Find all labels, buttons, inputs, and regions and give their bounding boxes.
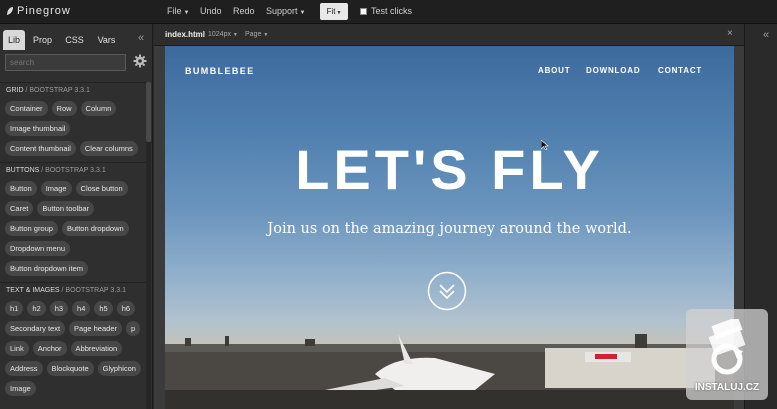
section-title: BUTTONS (6, 167, 40, 174)
component-chip[interactable]: Page header (69, 321, 122, 336)
watermark-text: INSTALUJ.CZ (694, 382, 760, 393)
component-chip[interactable]: p (125, 321, 141, 336)
component-chip[interactable]: h2 (27, 301, 46, 316)
tab-css[interactable]: CSS (62, 30, 87, 50)
page-preview[interactable]: BUMBLEBEE ABOUT DOWNLOAD CONTACT LET'S F… (165, 46, 734, 409)
tab-prop[interactable]: Prop (30, 30, 55, 50)
component-chip[interactable]: Clear columns (79, 141, 138, 156)
app-name: Pinegrow (17, 5, 71, 17)
section-title: TEXT & IMAGES (6, 287, 60, 294)
menu-redo[interactable]: Redo (233, 6, 255, 16)
leaf-icon (7, 7, 13, 15)
component-chip[interactable]: Row (51, 101, 77, 116)
component-sections: GRID / BOOTSTRAP 3.3.1 Container Row Column… (0, 82, 146, 409)
document-header: index.html 1024px ▼ Page ▼ × (154, 24, 744, 46)
test-clicks-checkbox[interactable] (360, 7, 367, 15)
section-version: / BOOTSTRAP 3.3.1 (59, 287, 126, 294)
component-chip[interactable]: h6 (116, 301, 136, 316)
nav-download[interactable]: DOWNLOAD (586, 66, 640, 75)
component-chip[interactable]: h3 (49, 301, 69, 316)
test-clicks-label: Test clicks (371, 6, 413, 16)
panel-tabs: Lib Prop CSS Vars « (0, 27, 153, 50)
section-header[interactable]: TEXT & IMAGES / BOOTSTRAP 3.3.1 (0, 282, 146, 297)
hero-subtitle: Join us on the amazing journey around th… (267, 221, 632, 237)
component-chip[interactable]: Anchor (32, 341, 67, 356)
component-list: Button Image Close button Caret Button toolb… (0, 177, 146, 282)
search-row (5, 54, 148, 72)
component-chip[interactable]: Blockquote (46, 361, 94, 376)
test-clicks-toggle[interactable]: Test clicks (360, 6, 412, 16)
section-title: GRID (6, 87, 24, 94)
component-chip[interactable]: Button dropdown (61, 221, 129, 236)
page-size-dropdown[interactable]: 1024px ▼ (208, 31, 238, 38)
fit-dropdown[interactable]: Fit▼ (320, 3, 348, 20)
menu-file[interactable]: File ▼ (167, 6, 189, 16)
component-chip[interactable]: Image (40, 181, 72, 196)
component-chip[interactable]: h5 (94, 301, 113, 316)
component-chip[interactable]: Container (5, 101, 48, 116)
nav-about[interactable]: ABOUT (538, 66, 570, 75)
caret-down-icon: ▼ (263, 32, 269, 38)
component-chip[interactable]: Abbreviation (70, 341, 123, 356)
menu-support[interactable]: Support ▼ (266, 6, 305, 16)
watermark-logo-icon (708, 319, 746, 375)
instaluj-watermark: INSTALUJ.CZ (686, 309, 768, 400)
component-chip[interactable]: Button toolbar (37, 201, 95, 216)
document-area: index.html 1024px ▼ Page ▼ × BUMBLEBEE A… (154, 24, 744, 409)
component-chip[interactable]: Close button (75, 181, 128, 196)
component-chip[interactable]: h4 (72, 301, 91, 316)
section-header[interactable]: BUTTONS / BOOTSTRAP 3.3.1 (0, 162, 146, 177)
site-brand[interactable]: BUMBLEBEE (185, 66, 255, 76)
component-chip[interactable]: Image (5, 381, 36, 396)
document-filename[interactable]: index.html (165, 30, 205, 39)
collapse-panel-icon[interactable]: « (138, 32, 144, 44)
caret-down-icon: ▼ (336, 10, 342, 16)
pinegrow-window: Pinegrow File ▼ Undo Redo Support ▼ Fit▼ T… (0, 0, 777, 409)
library-panel: Lib Prop CSS Vars « GRID / BOOTSTRAP 3.3… (0, 24, 153, 409)
scroll-down-icon[interactable] (427, 271, 467, 311)
collapse-panel-icon[interactable]: « (763, 29, 769, 41)
airport-background (165, 334, 734, 409)
component-chip[interactable]: Address (5, 361, 43, 376)
hero-heading: LET'S FLY (295, 138, 604, 201)
scrollbar-thumb[interactable] (146, 82, 151, 142)
component-chip[interactable]: Caret (5, 201, 34, 216)
page-menu-dropdown[interactable]: Page ▼ (245, 31, 268, 38)
gear-icon[interactable] (133, 54, 147, 68)
component-chip[interactable]: Button group (5, 221, 58, 236)
caret-down-icon: ▼ (232, 32, 238, 38)
top-toolbar: Pinegrow File ▼ Undo Redo Support ▼ Fit▼ T… (0, 0, 777, 24)
app-logo: Pinegrow (6, 5, 71, 17)
component-chip[interactable]: h1 (5, 301, 24, 316)
close-icon[interactable]: × (727, 28, 733, 39)
component-chip[interactable]: Secondary text (5, 321, 66, 336)
component-chip[interactable]: Dropdown menu (5, 241, 71, 256)
nav-contact[interactable]: CONTACT (658, 66, 702, 75)
component-chip[interactable]: Button (5, 181, 37, 196)
menu-undo[interactable]: Undo (200, 6, 222, 16)
section-header[interactable]: GRID / BOOTSTRAP 3.3.1 (0, 82, 146, 97)
section-version: / BOOTSTRAP 3.3.1 (39, 167, 106, 174)
tab-vars[interactable]: Vars (93, 30, 120, 50)
search-input[interactable] (5, 54, 126, 71)
component-chip[interactable]: Button dropdown item (5, 261, 88, 276)
component-list: h1 h2 h3 h4 h5 h6 Secondary text Page header p Li… (0, 297, 146, 402)
component-list: Container Row Column Image thumbnail Content… (0, 97, 146, 162)
component-chip[interactable]: Link (5, 341, 29, 356)
mouse-cursor-icon (541, 140, 549, 150)
caret-down-icon: ▼ (183, 10, 190, 16)
component-chip[interactable]: Image thumbnail (5, 121, 71, 136)
component-chip[interactable]: Content thumbnail (5, 141, 76, 156)
section-version: / BOOTSTRAP 3.3.1 (23, 87, 90, 94)
component-chip[interactable]: Glyphicon (97, 361, 141, 376)
component-chip[interactable]: Column (80, 101, 117, 116)
caret-down-icon: ▼ (299, 10, 306, 16)
panel-scrollbar[interactable] (146, 82, 151, 409)
tab-lib[interactable]: Lib (3, 30, 25, 50)
